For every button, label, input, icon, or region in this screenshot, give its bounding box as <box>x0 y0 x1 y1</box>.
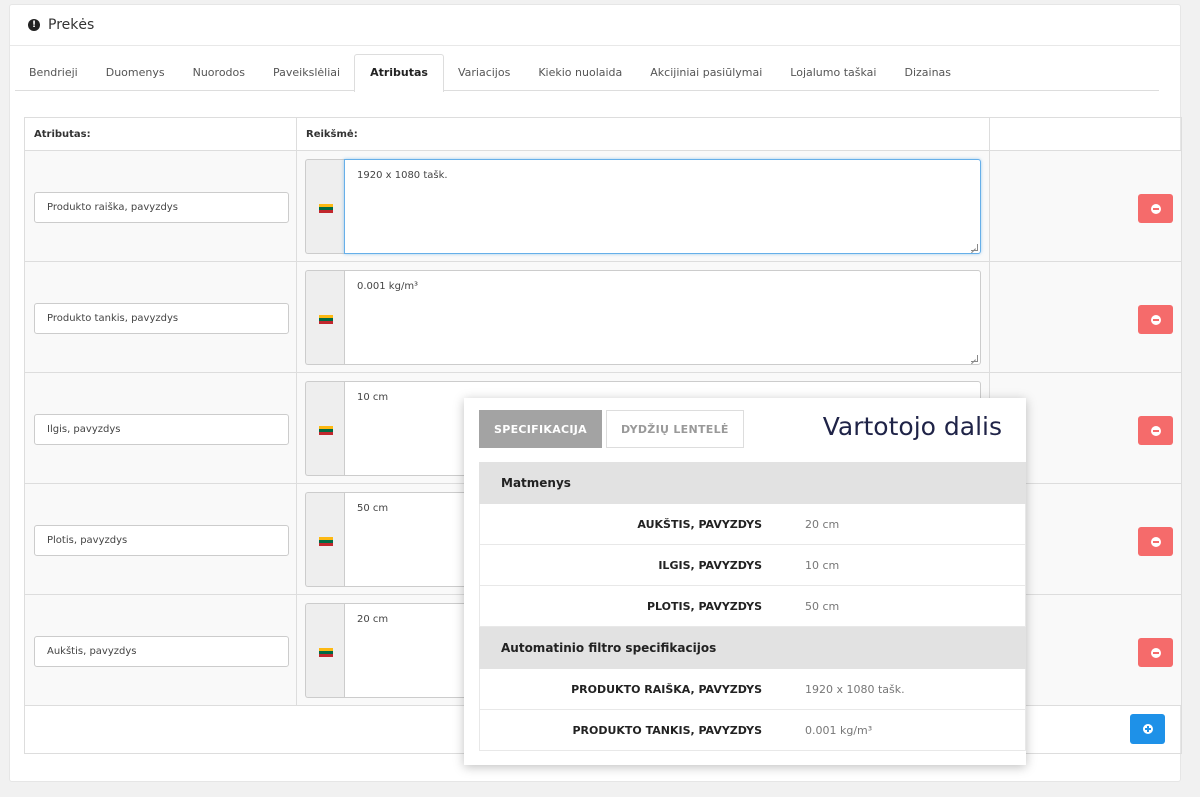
storefront-preview: SPECIFIKACIJA DYDŽIŲ LENTELĖ Vartotojo d… <box>464 398 1026 765</box>
table-row: Produkto tankis, pavyzdys 0.001 kg/m³ <box>25 262 1181 373</box>
minus-circle-icon <box>1150 314 1161 325</box>
header-actions <box>990 118 1181 150</box>
minus-circle-icon <box>1150 647 1161 658</box>
spec-key: PRODUKTO TANKIS, PAVYZDYS <box>572 723 762 737</box>
tab-variacijos[interactable]: Variacijos <box>444 54 524 91</box>
tab-bendrieji[interactable]: Bendrieji <box>15 54 92 91</box>
lithuania-flag-icon <box>319 537 333 546</box>
preview-title: Vartotojo dalis <box>822 412 1002 441</box>
add-attribute-button[interactable] <box>1130 714 1165 744</box>
lithuania-flag-icon <box>319 315 333 324</box>
resize-handle-icon[interactable] <box>971 244 978 251</box>
tab-specifikacija[interactable]: SPECIFIKACIJA <box>479 410 602 448</box>
product-tabs: Bendrieji Duomenys Nuorodos Paveikslėlia… <box>15 54 1159 92</box>
spec-row: PLOTIS, PAVYZDYS 50 cm <box>479 586 1026 627</box>
remove-attribute-button[interactable] <box>1138 305 1173 334</box>
panel-heading: ! Prekės <box>10 5 1180 46</box>
tab-duomenys[interactable]: Duomenys <box>92 54 179 91</box>
spec-value: 10 cm <box>805 558 840 572</box>
tab-dydziu-lentele[interactable]: DYDŽIŲ LENTELĖ <box>605 410 744 448</box>
tab-kiekio-nuolaida[interactable]: Kiekio nuolaida <box>524 54 636 91</box>
resize-handle-icon[interactable] <box>971 355 978 362</box>
spec-row: AUKŠTIS, PAVYZDYS 20 cm <box>479 504 1026 545</box>
language-addon <box>305 603 344 698</box>
section-heading: Automatinio filtro specifikacijos <box>479 627 1026 669</box>
language-addon <box>305 492 344 587</box>
lithuania-flag-icon <box>319 204 333 213</box>
spec-row: PRODUKTO RAIŠKA, PAVYZDYS 1920 x 1080 ta… <box>479 669 1026 710</box>
attribute-value-textarea[interactable]: 1920 x 1080 tašk. <box>344 159 981 254</box>
attribute-name-input[interactable]: Produkto raiška, pavyzdys <box>34 192 289 223</box>
spec-value: 50 cm <box>805 599 840 613</box>
minus-circle-icon <box>1150 536 1161 547</box>
spec-key: PRODUKTO RAIŠKA, PAVYZDYS <box>571 682 762 696</box>
table-row: Produkto raiška, pavyzdys 1920 x 1080 ta… <box>25 151 1181 262</box>
tab-paveiksleliai[interactable]: Paveikslėliai <box>259 54 354 91</box>
spec-key: ILGIS, PAVYZDYS <box>658 558 762 572</box>
spec-row: PRODUKTO TANKIS, PAVYZDYS 0.001 kg/m³ <box>479 710 1026 751</box>
plus-circle-icon <box>1142 724 1153 734</box>
remove-attribute-button[interactable] <box>1138 638 1173 667</box>
remove-attribute-button[interactable] <box>1138 527 1173 556</box>
tab-dizainas[interactable]: Dizainas <box>890 54 965 91</box>
remove-attribute-button[interactable] <box>1138 416 1173 445</box>
table-header: Atributas: Reikšmė: <box>25 118 1181 151</box>
section-heading: Matmenys <box>479 462 1026 504</box>
panel-title: Prekės <box>48 17 95 33</box>
spec-value: 20 cm <box>805 517 840 531</box>
spec-value: 1920 x 1080 tašk. <box>805 682 905 696</box>
lithuania-flag-icon <box>319 648 333 657</box>
lithuania-flag-icon <box>319 426 333 435</box>
exclamation-circle-icon: ! <box>28 19 40 31</box>
header-value: Reikšmė: <box>297 118 990 150</box>
spec-value: 0.001 kg/m³ <box>805 723 873 737</box>
attribute-name-input[interactable]: Produkto tankis, pavyzdys <box>34 303 289 334</box>
tab-nuorodos[interactable]: Nuorodos <box>179 54 259 91</box>
minus-circle-icon <box>1150 425 1161 436</box>
remove-attribute-button[interactable] <box>1138 194 1173 223</box>
spec-key: PLOTIS, PAVYZDYS <box>646 599 762 613</box>
attribute-name-input[interactable]: Plotis, pavyzdys <box>34 525 289 556</box>
attribute-value-textarea[interactable]: 0.001 kg/m³ <box>344 270 981 365</box>
attribute-name-input[interactable]: Aukštis, pavyzdys <box>34 636 289 667</box>
tab-akcijiniai-pasiulymai[interactable]: Akcijiniai pasiūlymai <box>636 54 776 91</box>
tab-lojalumo-taskai[interactable]: Lojalumo taškai <box>776 54 890 91</box>
language-addon <box>305 159 344 254</box>
minus-circle-icon <box>1150 203 1161 214</box>
language-addon <box>305 270 344 365</box>
specification-table: Matmenys AUKŠTIS, PAVYZDYS 20 cm ILGIS, … <box>479 462 1026 751</box>
spec-key: AUKŠTIS, PAVYZDYS <box>637 517 762 531</box>
tab-atributas[interactable]: Atributas <box>354 54 444 92</box>
preview-tabs: SPECIFIKACIJA DYDŽIŲ LENTELĖ <box>479 410 748 448</box>
language-addon <box>305 381 344 476</box>
attribute-name-input[interactable]: Ilgis, pavyzdys <box>34 414 289 445</box>
spec-row: ILGIS, PAVYZDYS 10 cm <box>479 545 1026 586</box>
header-attribute: Atributas: <box>25 118 297 150</box>
